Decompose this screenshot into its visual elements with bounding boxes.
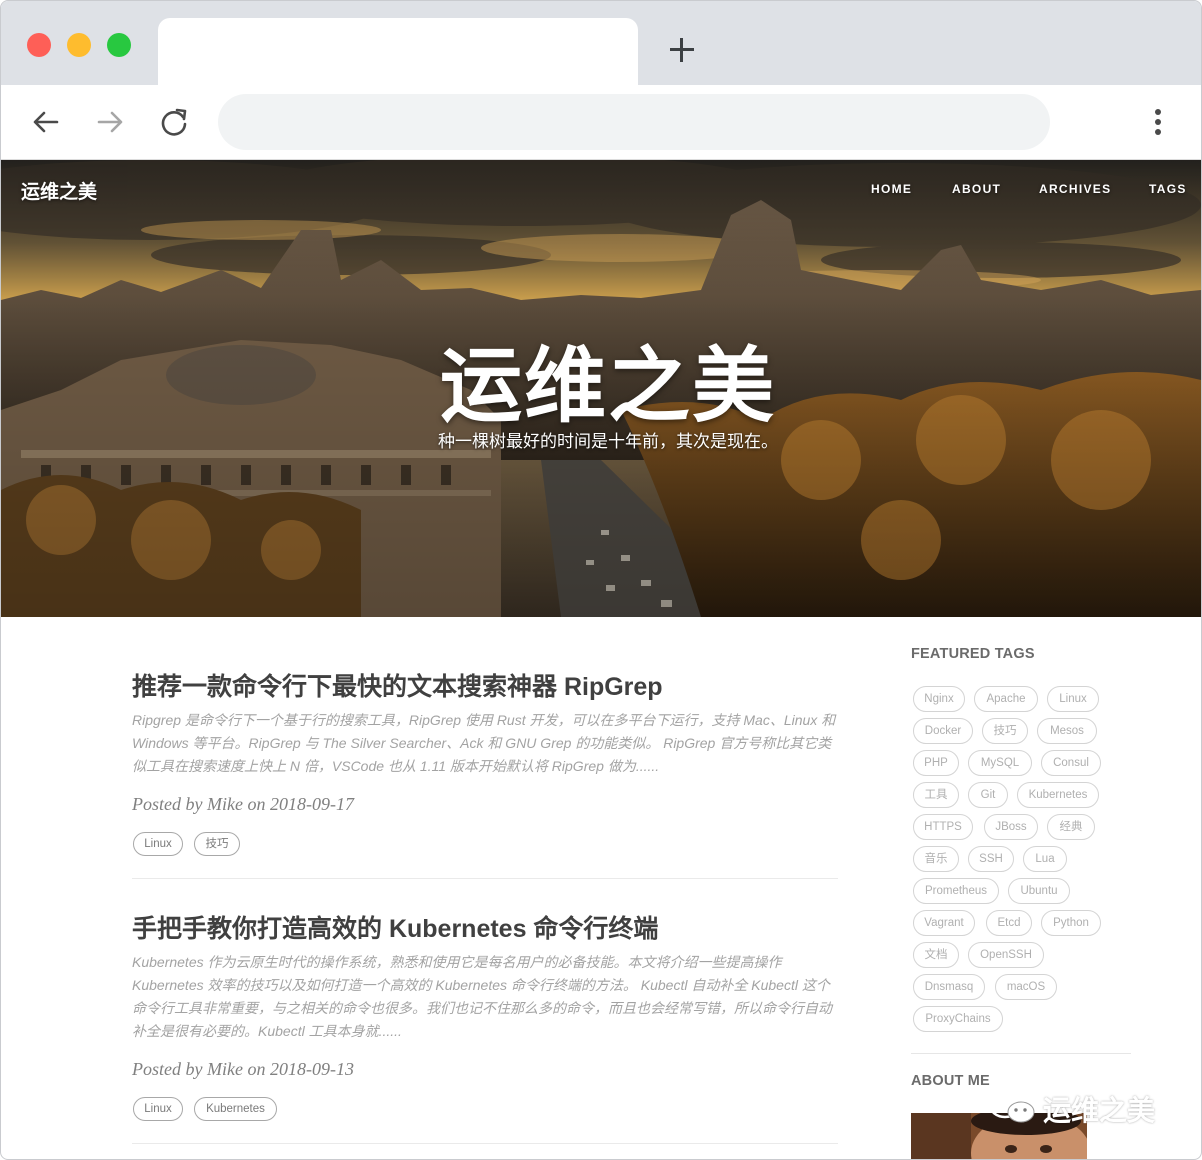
excerpt-line: 补全是很有必要的。Kubectl 工具本身就......: [132, 1023, 402, 1039]
excerpt-line: 命令行工具非常重要，与之相关的命令也很多。我们也记不住那么多的命令，而且也会经常…: [132, 1000, 832, 1016]
featured-tags-heading: FEATURED TAGS: [911, 646, 1035, 662]
menu-dot-icon: [1155, 109, 1161, 115]
sidebar-separator: [911, 1053, 1131, 1054]
featured-tag[interactable]: Kubernetes: [1017, 782, 1099, 808]
featured-tag[interactable]: Consul: [1041, 750, 1101, 776]
post-meta: Posted by Mike on 2018-09-13: [132, 1059, 354, 1079]
featured-tag[interactable]: Lua: [1023, 846, 1067, 872]
featured-tag[interactable]: Prometheus: [913, 878, 999, 904]
post-tag-linux[interactable]: Linux: [133, 832, 183, 856]
featured-tag[interactable]: Mesos: [1037, 718, 1097, 744]
featured-tag[interactable]: Etcd: [986, 910, 1032, 936]
featured-tag[interactable]: JBoss: [984, 814, 1038, 840]
featured-tag[interactable]: HTTPS: [913, 814, 973, 840]
hero-title: 运维之美: [439, 341, 776, 432]
menu-dot-icon: [1155, 129, 1161, 135]
browser-menu-button[interactable]: [1147, 105, 1169, 139]
nav-tags[interactable]: TAGS: [1149, 182, 1187, 196]
about-me-heading: ABOUT ME: [911, 1073, 990, 1089]
watermark-text: 运维之美: [1043, 1095, 1156, 1126]
post-tag-linux[interactable]: Linux: [133, 1097, 183, 1121]
featured-tag[interactable]: Nginx: [913, 686, 965, 712]
post-separator: [132, 1143, 838, 1144]
hero-subtitle: 种一棵树最好的时间是十年前，其次是现在。: [438, 432, 778, 451]
featured-tag[interactable]: Vagrant: [913, 910, 975, 936]
featured-tag[interactable]: 经典: [1047, 814, 1095, 840]
featured-tag[interactable]: Git: [968, 782, 1008, 808]
new-tab-button[interactable]: [667, 35, 697, 65]
featured-tag[interactable]: Linux: [1047, 686, 1099, 712]
featured-tag[interactable]: macOS: [995, 974, 1057, 1000]
menu-dot-icon: [1155, 119, 1161, 125]
post-tag-kubernetes[interactable]: Kubernetes: [194, 1097, 277, 1121]
post-meta: Posted by Mike on 2018-09-17: [132, 794, 354, 814]
reload-icon: [161, 108, 187, 136]
post-separator: [132, 878, 838, 879]
site-brand-link[interactable]: 运维之美: [21, 177, 97, 204]
featured-tag[interactable]: Ubuntu: [1008, 878, 1070, 904]
minimize-window-button[interactable]: [67, 33, 91, 57]
featured-tag[interactable]: OpenSSH: [968, 942, 1044, 968]
excerpt-line: Ripgrep 是命令行下一个基于行的搜索工具，RipGrep 使用 Rust …: [132, 712, 836, 728]
featured-tag[interactable]: 文档: [913, 942, 959, 968]
featured-tag[interactable]: 音乐: [913, 846, 959, 872]
excerpt-line: Kubernetes 作为云原生时代的操作系统，熟悉和使用它是每名用户的必备技能…: [132, 954, 782, 970]
tab-strip: [1, 1, 1201, 86]
featured-tag[interactable]: Docker: [913, 718, 973, 744]
featured-tag[interactable]: 技巧: [982, 718, 1028, 744]
post-title-link[interactable]: 推荐一款命令行下最快的文本搜索神器 RipGrep: [132, 667, 663, 703]
back-button[interactable]: [29, 105, 63, 139]
nav-home[interactable]: HOME: [871, 182, 912, 196]
featured-tag[interactable]: SSH: [968, 846, 1014, 872]
close-window-button[interactable]: [27, 33, 51, 57]
excerpt-line: Windows 等平台。RipGrep 与 The Silver Searche…: [132, 735, 832, 751]
browser-window: 运维之美 HOME ABOUT ARCHIVES TAGS 运维之美 种一棵树最…: [0, 0, 1202, 1160]
excerpt-line: 似工具在搜索速度上快上 N 倍，VSCode 也从 1.11 版本开始默认将 R…: [132, 758, 660, 774]
active-tab[interactable]: [158, 18, 638, 86]
featured-tag[interactable]: ProxyChains: [913, 1006, 1003, 1032]
featured-tag[interactable]: Python: [1041, 910, 1101, 936]
browser-toolbar: [1, 85, 1201, 160]
maximize-window-button[interactable]: [107, 33, 131, 57]
forward-button[interactable]: [93, 105, 127, 139]
arrow-right-icon: [97, 111, 123, 133]
address-bar[interactable]: [218, 94, 1050, 150]
featured-tag[interactable]: MySQL: [968, 750, 1032, 776]
post-tag-tips[interactable]: 技巧: [194, 832, 240, 856]
reload-button[interactable]: [157, 105, 191, 139]
post-title-link[interactable]: 手把手教你打造高效的 Kubernetes 命令行终端: [132, 909, 658, 945]
arrow-left-icon: [33, 111, 59, 133]
featured-tag[interactable]: 工具: [913, 782, 959, 808]
post-excerpt[interactable]: Ripgrep 是命令行下一个基于行的搜索工具，RipGrep 使用 Rust …: [132, 709, 838, 778]
excerpt-line: Kubernetes 效率的技巧以及如何打造一个高效的 Kubernetes 命…: [132, 977, 830, 993]
featured-tag[interactable]: Apache: [974, 686, 1038, 712]
featured-tag[interactable]: Dnsmasq: [913, 974, 985, 1000]
wechat-icon: [988, 1091, 1035, 1123]
post-excerpt[interactable]: Kubernetes 作为云原生时代的操作系统，熟悉和使用它是每名用户的必备技能…: [132, 951, 838, 1043]
nav-about[interactable]: ABOUT: [952, 182, 1001, 196]
featured-tag[interactable]: PHP: [913, 750, 959, 776]
nav-archives[interactable]: ARCHIVES: [1039, 182, 1111, 196]
